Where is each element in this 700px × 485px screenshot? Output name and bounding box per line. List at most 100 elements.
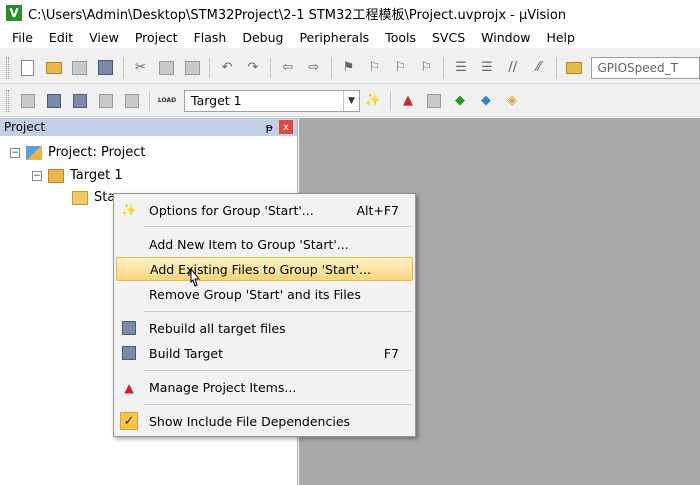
checkmark-icon: ✓ [120,412,138,430]
select-packs-button[interactable] [424,91,444,111]
bookmark-icon: ⚑ [342,60,355,75]
clear-bookmarks-button[interactable]: ⚐ [416,58,436,78]
menu-item-options-for-group[interactable]: ✨ Options for Group 'Start'... Alt+F7 [116,198,413,222]
target-select-value: Target 1 [191,93,242,108]
cut-button[interactable]: ✂ [131,58,151,78]
manage-project-items-button[interactable]: ▲ [398,91,418,111]
save-all-icon [98,60,114,75]
menu-svcs[interactable]: SVCS [424,30,473,45]
rebuild-icon [120,319,138,337]
indent-button[interactable]: ☰ [451,58,471,78]
batch-build-button[interactable] [96,91,116,111]
magic-wand-icon: ✨ [121,202,137,217]
menu-debug[interactable]: Debug [234,30,291,45]
load-icon: LOAD [157,97,177,104]
paste-icon [184,60,200,75]
menu-file[interactable]: File [4,30,41,45]
tree-label: Target 1 [70,168,123,183]
toolbar-separator [269,57,271,78]
nav-forward-button[interactable]: ⇨ [304,58,324,78]
unindent-button[interactable]: ☰ [477,58,497,78]
manage-rte-button[interactable]: ◆ [450,91,470,111]
save-button[interactable] [70,58,90,78]
toolbar-grip[interactable] [6,89,9,112]
target-select[interactable]: Target 1 ▼ [184,89,360,112]
packs-icon [427,93,441,108]
tree-item-group-start[interactable]: Sta [72,190,115,205]
context-menu: ✨ Options for Group 'Start'... Alt+F7 Ad… [113,193,416,437]
uncomment-button[interactable]: ⁄⁄ [529,58,549,78]
arrow-left-icon: ⇦ [282,60,294,75]
multi-project-button[interactable]: ◈ [502,91,522,111]
menu-item-add-existing-files[interactable]: Add Existing Files to Group 'Start'... [116,257,413,281]
toolbar-grip[interactable] [6,56,9,79]
undo-button[interactable]: ↶ [217,58,237,78]
menu-peripherals[interactable]: Peripherals [291,30,377,45]
clear-bookmarks-icon: ⚐ [420,60,433,75]
build-button[interactable] [44,91,64,111]
menu-window[interactable]: Window [473,30,538,45]
comment-button[interactable]: // [503,58,523,78]
find-in-files-icon [565,61,582,74]
menu-flash[interactable]: Flash [186,30,235,45]
copy-icon [158,60,174,75]
menu-item-shortcut: Alt+F7 [356,202,399,218]
menu-separator [144,311,412,312]
menu-item-shortcut: F7 [383,345,399,361]
next-bookmark-button[interactable]: ⚐ [390,58,410,78]
tree-item-project[interactable]: − Project: Project [10,145,145,160]
menu-item-rebuild-all[interactable]: Rebuild all target files [116,316,413,340]
mouse-cursor-icon [188,267,201,287]
open-file-button[interactable] [44,58,64,78]
menu-item-add-new-item[interactable]: Add New Item to Group 'Start'... [116,232,413,256]
manage-project-icon: ▲ [124,379,134,395]
find-in-files-button[interactable] [564,58,584,78]
menu-item-manage-project-items[interactable]: ▲ Manage Project Items... [116,375,413,399]
pack-installer-button[interactable]: ◆ [476,91,496,111]
download-button[interactable]: LOAD [157,91,177,111]
stop-build-button[interactable] [122,91,142,111]
menu-item-label: Add New Item to Group 'Start'... [149,236,349,252]
nav-back-button[interactable]: ⇦ [278,58,298,78]
redo-button[interactable]: ↷ [243,58,263,78]
menu-item-build-target[interactable]: Build Target F7 [116,341,413,365]
new-file-button[interactable] [18,58,38,78]
window-title: C:\Users\Admin\Desktop\STM32Project\2-1 … [28,7,567,23]
paste-button[interactable] [182,58,202,78]
close-icon[interactable]: x [279,120,293,134]
menu-view[interactable]: View [81,30,127,45]
undo-icon: ↶ [221,60,233,75]
menu-edit[interactable]: Edit [41,30,81,45]
collapse-icon[interactable]: − [10,147,20,158]
target-folder-icon [48,168,64,183]
bookmark-button[interactable]: ⚑ [339,58,359,78]
menu-item-show-include-deps[interactable]: ✓ Show Include File Dependencies [116,409,413,433]
save-all-button[interactable] [96,58,116,78]
menu-help[interactable]: Help [538,30,583,45]
find-combo[interactable]: GPIOSpeed_T [590,56,700,79]
stop-build-icon [125,93,139,108]
menu-item-remove-group[interactable]: Remove Group 'Start' and its Files [116,282,413,306]
toolbar-separator [149,90,150,111]
pin-icon[interactable]: ᵽ [266,121,273,134]
tree-item-target[interactable]: − Target 1 [32,168,123,183]
translate-button[interactable] [18,91,38,111]
magic-wand-icon: ✨ [364,93,382,108]
cut-icon: ✂ [134,60,146,75]
uncomment-icon: ⁄⁄ [536,60,541,75]
build-toolbar: LOAD Target 1 ▼ ✨ ▲ ◆ ◆ ◈ [0,85,700,117]
rebuild-button[interactable] [70,91,90,111]
chevron-down-icon[interactable]: ▼ [343,90,359,111]
menu-separator [144,226,412,227]
translate-icon [21,93,35,108]
folder-icon [72,190,88,205]
menu-tools[interactable]: Tools [377,30,424,45]
toolbar-separator [209,57,211,78]
menu-project[interactable]: Project [127,30,186,45]
menu-bar: File Edit View Project Flash Debug Perip… [0,26,700,48]
prev-bookmark-button[interactable]: ⚐ [365,58,385,78]
copy-button[interactable] [156,58,176,78]
new-file-icon [21,59,35,76]
collapse-icon[interactable]: − [32,170,42,181]
target-options-button[interactable]: ✨ [363,91,383,111]
